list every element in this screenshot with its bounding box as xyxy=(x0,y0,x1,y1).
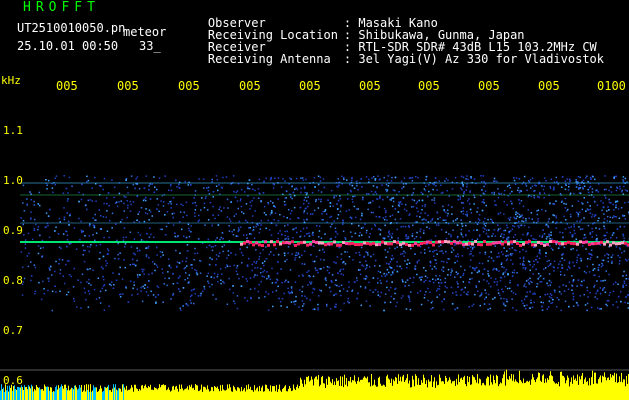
time-tick: 005 xyxy=(418,79,440,93)
y-tick: 0.8 xyxy=(3,274,23,287)
app-title: HROFFT xyxy=(23,0,100,15)
time-tick: 005 xyxy=(299,79,321,93)
y-tick: 1.0 xyxy=(3,174,23,187)
meta-value: : 3el Yagi(V) Az 330 for Vladivostok xyxy=(343,52,604,66)
time-tick: 005 xyxy=(478,79,500,93)
y-tick: 0.9 xyxy=(3,224,23,237)
meta-label: Receiving Antenna xyxy=(207,52,331,66)
time-tick: 0100 xyxy=(597,79,626,93)
time-tick: 005 xyxy=(538,79,560,93)
y-tick: 1.1 xyxy=(3,124,23,137)
y-tick: 0.6 xyxy=(3,374,23,387)
record-time: 00:50 xyxy=(82,39,119,53)
record-date: 25.10.01 xyxy=(17,39,75,53)
frequency-unit-label: kHz xyxy=(1,74,21,87)
time-tick: 005 xyxy=(359,79,381,93)
file-name: UT2510010050.pn xyxy=(17,21,126,35)
time-tick: 005 xyxy=(117,79,139,93)
antenna-row: Receiving Antenna : 3el Yagi(V) Az 330 fo… xyxy=(179,41,604,77)
file-label: meteor xyxy=(123,25,167,39)
record-count: 33_ xyxy=(139,39,161,53)
y-tick: 0.7 xyxy=(3,324,23,337)
hrofft-window: HROFFT UT2510010050.pn meteor 25.10.01 0… xyxy=(0,0,629,400)
time-tick: 005 xyxy=(178,79,200,93)
amplitude-trace xyxy=(0,369,629,400)
time-tick: 005 xyxy=(56,79,78,93)
time-tick: 005 xyxy=(239,79,261,93)
